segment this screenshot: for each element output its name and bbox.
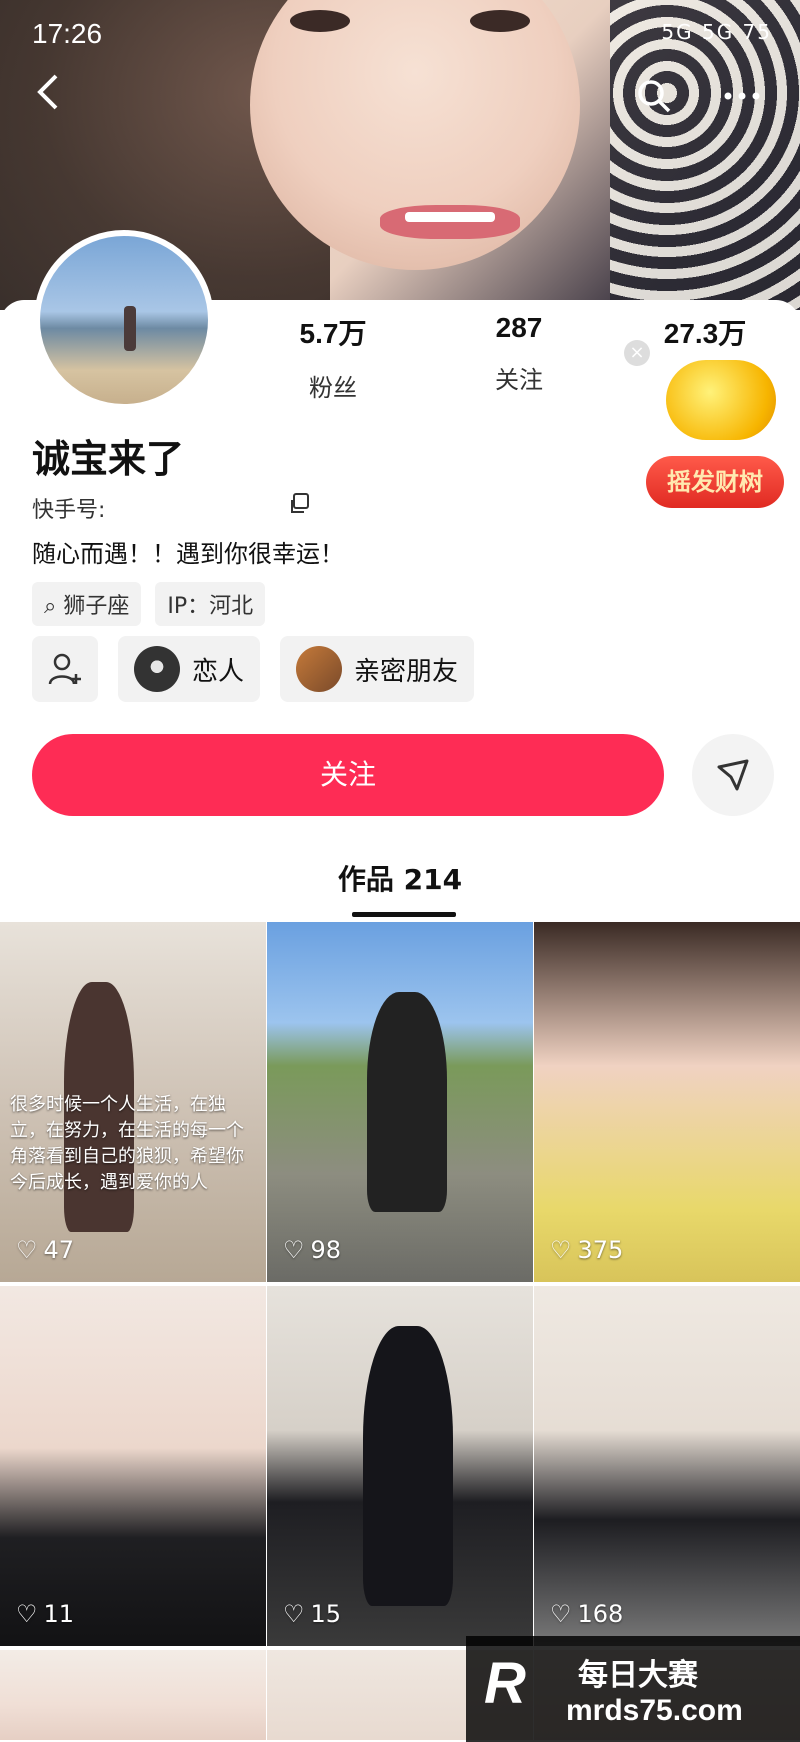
tag-label: 狮子座	[63, 594, 130, 619]
tag-zodiac: ⌕ 狮子座	[32, 582, 142, 626]
watermark-title: 每日大赛	[578, 1658, 698, 1693]
copy-icon	[291, 493, 309, 513]
watermark-logo: R	[484, 1651, 526, 1716]
back-button[interactable]	[34, 72, 64, 122]
status-bar: 17:26 5G 5G 75	[0, 0, 800, 70]
thumbnail-figure	[363, 1326, 453, 1606]
video-likes: ♡ 375	[550, 1236, 623, 1264]
status-time: 17:26	[32, 18, 103, 49]
thumbnail-figure	[367, 992, 447, 1212]
video-likes: ♡ 47	[16, 1236, 74, 1264]
stat-following[interactable]: 287 关注	[426, 312, 612, 403]
profile-bio: 随心而遇！！遇到你很幸运！	[32, 540, 344, 568]
avatar-person	[124, 306, 136, 351]
search-icon: ⌕	[44, 594, 57, 619]
follow-button[interactable]: 关注	[32, 734, 664, 816]
tag-ip: IP：河北	[155, 582, 266, 626]
stat-label: 粉丝	[309, 374, 357, 402]
site-watermark: R 每日大赛 mrds75.com	[466, 1636, 800, 1742]
works-grid: 很多时候一个人生活，在独立，在努力，在生活的每一个角落看到自己的狼狈，希望你今后…	[0, 922, 800, 1740]
send-icon	[717, 759, 749, 791]
profile-tags: ⌕ 狮子座 IP：河北	[32, 582, 266, 626]
heart-icon: ♡	[16, 1236, 38, 1264]
stat-value: 5.7万	[299, 318, 367, 349]
video-thumbnail[interactable]: ♡ 98	[267, 922, 533, 1282]
coin-pig-icon	[666, 360, 776, 440]
video-thumbnail[interactable]: ♡ 168	[534, 1286, 800, 1646]
search-icon	[638, 80, 671, 113]
video-likes: ♡ 11	[16, 1600, 74, 1628]
money-tree-promo[interactable]: × 摇发财树	[624, 340, 786, 520]
profile-name: 诚宝来了	[32, 437, 185, 481]
tab-works[interactable]: 作品 214	[0, 858, 800, 898]
like-count: 98	[310, 1236, 342, 1264]
relation-chips: 恋人 亲密朋友	[32, 636, 475, 702]
add-user-icon	[48, 653, 81, 685]
video-caption: 很多时候一个人生活，在独立，在努力，在生活的每一个角落看到自己的狼狈，希望你今后…	[10, 1094, 244, 1193]
cover-teeth	[405, 212, 495, 222]
relation-chip-close-friends[interactable]: 亲密朋友	[280, 636, 475, 702]
share-button[interactable]	[692, 734, 774, 816]
watermark-site: mrds75.com	[566, 1694, 743, 1727]
avatar[interactable]	[34, 230, 214, 410]
add-friend-button[interactable]	[32, 636, 98, 702]
like-count: 375	[577, 1236, 624, 1264]
heart-icon: ♡	[283, 1600, 305, 1628]
copy-id-button[interactable]	[288, 492, 312, 522]
stat-value: 287	[495, 312, 543, 343]
like-count: 168	[577, 1600, 624, 1628]
like-count: 15	[310, 1600, 342, 1628]
video-likes: ♡ 15	[283, 1600, 341, 1628]
video-likes: ♡ 168	[550, 1600, 623, 1628]
kuaishou-id-label: 快手号:	[32, 498, 106, 523]
relation-label: 恋人	[192, 656, 245, 687]
heart-icon: ♡	[283, 1236, 305, 1264]
heart-icon: ♡	[550, 1600, 572, 1628]
avatar	[134, 646, 180, 692]
video-thumbnail[interactable]: ♡ 375	[534, 922, 800, 1282]
video-thumbnail[interactable]	[0, 1650, 266, 1740]
more-icon	[724, 92, 760, 100]
like-count: 11	[43, 1600, 75, 1628]
money-tree-button[interactable]: 摇发财树	[646, 456, 784, 508]
relation-label: 亲密朋友	[354, 656, 459, 687]
stat-label: 关注	[495, 366, 543, 394]
search-button[interactable]	[636, 78, 672, 124]
like-count: 47	[43, 1236, 75, 1264]
stat-followers[interactable]: 5.7万 粉丝	[240, 312, 426, 403]
video-thumbnail[interactable]: ♡ 15	[267, 1286, 533, 1646]
heart-icon: ♡	[16, 1600, 38, 1628]
video-thumbnail[interactable]: ♡ 11	[0, 1286, 266, 1646]
video-thumbnail[interactable]: 很多时候一个人生活，在独立，在努力，在生活的每一个角落看到自己的狼狈，希望你今后…	[0, 922, 266, 1282]
heart-icon: ♡	[550, 1236, 572, 1264]
close-icon[interactable]: ×	[624, 340, 650, 366]
status-indicators: 5G 5G 75	[661, 20, 772, 44]
relation-chip-lover[interactable]: 恋人	[118, 636, 261, 702]
more-button[interactable]	[722, 78, 762, 124]
tab-underline	[352, 912, 456, 917]
chevron-left-icon	[37, 74, 58, 110]
video-likes: ♡ 98	[283, 1236, 341, 1264]
cover-lips	[380, 205, 520, 239]
avatar	[296, 646, 343, 692]
